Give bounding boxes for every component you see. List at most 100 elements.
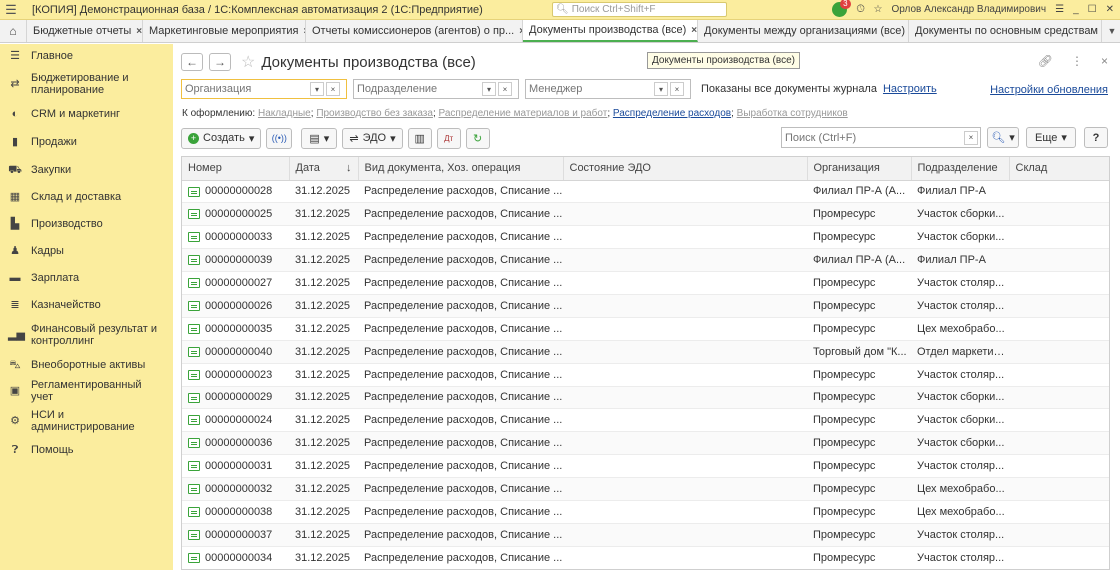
close-icon[interactable]: ✕ <box>1106 4 1114 15</box>
tab-budget-reports[interactable]: Бюджетные отчеты × <box>27 20 143 42</box>
organization-input[interactable] <box>182 80 310 98</box>
tab-intercompany-docs[interactable]: Документы между организациями (все)× <box>698 20 909 42</box>
table-row[interactable]: 00000000023 31.12.2025 Распределение расхо… <box>182 363 1109 387</box>
minimize-icon[interactable]: _ <box>1073 4 1079 15</box>
sidebar-item-salary[interactable]: ▬ Зарплата <box>0 264 173 291</box>
dropdown-icon[interactable]: ▾ <box>654 82 668 96</box>
forward-button[interactable]: → <box>209 53 231 71</box>
sidebar-item-purchases[interactable]: ⛟ Закупки <box>0 156 173 183</box>
sidebar-item-treasury[interactable]: ≣ Казначейство <box>0 291 173 318</box>
update-settings-link[interactable]: Настройки обновления <box>990 84 1108 96</box>
column-header-number[interactable]: Номер <box>182 157 290 181</box>
table-row[interactable]: 00000000027 31.12.2025 Распределение расхо… <box>182 271 1109 295</box>
tab-commission-reports[interactable]: Отчеты комиссионеров (агентов) о пр...× <box>306 20 523 42</box>
table-row[interactable]: 00000000029 31.12.2025 Распределение расхо… <box>182 386 1109 410</box>
table-row[interactable]: 00000000037 31.12.2025 Распределение расхо… <box>182 523 1109 547</box>
maximize-icon[interactable]: ☐ <box>1088 4 1097 15</box>
table-row[interactable]: 00000000032 31.12.2025 Распределение расхо… <box>182 477 1109 501</box>
sidebar-item-sales[interactable]: ▮ Продажи <box>0 128 173 156</box>
sidebar-item-warehouse[interactable]: ▦ Склад и доставка <box>0 183 173 210</box>
hamburger-icon[interactable]: ☰ <box>0 2 22 18</box>
dropdown-icon[interactable]: ▾ <box>482 82 496 96</box>
clear-icon[interactable]: × <box>498 82 512 96</box>
favorite-star-icon[interactable]: ☆ <box>241 52 255 72</box>
tabs-dropdown-icon[interactable]: ▼ <box>1104 20 1120 42</box>
link-icon[interactable]: 🔗︎ <box>1038 54 1053 68</box>
table-row[interactable]: 00000000039 31.12.2025 Распределение расхо… <box>182 248 1109 273</box>
column-header-edo[interactable]: Состояние ЭДО <box>563 157 808 181</box>
table-row[interactable]: 00000000036 31.12.2025 Распределение расхо… <box>182 431 1109 456</box>
print-button[interactable]: ▤ ▾ <box>301 127 338 149</box>
sidebar-item-finance[interactable]: ▂▅ Финансовый результат и контроллинг <box>0 318 173 352</box>
table-row[interactable]: 00000000033 31.12.2025 Распределение расхо… <box>182 225 1109 250</box>
global-search-field[interactable]: 🔍︎ Поиск Ctrl+Shift+F <box>552 2 727 17</box>
table-row[interactable]: 00000000038 31.12.2025 Распределение расхо… <box>182 500 1109 524</box>
table-row[interactable]: 00000000024 31.12.2025 Распределение расхо… <box>182 408 1109 433</box>
manager-field[interactable]: ▾ × <box>525 79 691 99</box>
table-row[interactable]: 00000000028 31.12.2025 Распределение расхо… <box>182 180 1109 204</box>
gear-icon: ⚙ <box>10 415 20 427</box>
process-link-production[interactable]: Производство без заказа <box>316 108 433 119</box>
column-header-department[interactable]: Подразделение <box>911 157 1010 181</box>
cell-date: 31.12.2025 <box>289 546 358 569</box>
sidebar-item-noncurrent-assets[interactable]: ⛍ Внеоборотные активы <box>0 352 173 378</box>
clear-icon[interactable]: × <box>326 82 340 96</box>
favorites-star-icon[interactable]: ☆ <box>874 4 883 15</box>
column-header-warehouse[interactable]: Склад <box>1009 157 1109 181</box>
more-button[interactable]: Еще ▾ <box>1026 127 1076 148</box>
column-header-type[interactable]: Вид документа, Хоз. операция <box>358 157 564 181</box>
table-row[interactable]: 00000000040 31.12.2025 Распределение расхо… <box>182 340 1109 364</box>
tab-close-icon[interactable]: × <box>691 25 697 36</box>
table-row[interactable]: 00000000034 31.12.2025 Распределение расхо… <box>182 546 1109 569</box>
sidebar-item-help[interactable]: ❓︎ Помощь <box>0 438 173 462</box>
sidebar-item-budgeting[interactable]: ⇄ Бюджетирование и планирование <box>0 68 173 100</box>
table-row[interactable]: 00000000035 31.12.2025 Распределение расхо… <box>182 317 1109 341</box>
process-link-employees[interactable]: Выработка сотрудников <box>737 108 848 119</box>
dropdown-icon[interactable]: ▾ <box>310 82 324 96</box>
sidebar-item-hr[interactable]: ♟ Кадры <box>0 237 173 264</box>
home-icon[interactable]: ⌂ <box>0 20 27 42</box>
cell-type: Распределение расходов, Списание ... <box>358 340 563 364</box>
tab-fixed-assets-docs[interactable]: Документы по основным средствам× <box>909 20 1102 42</box>
search-button[interactable]: 🔍︎ ▾ <box>987 127 1019 148</box>
manager-input[interactable] <box>526 80 654 98</box>
accounting-button[interactable]: Дт <box>436 127 461 149</box>
configure-link[interactable]: Настроить <box>883 83 937 95</box>
clear-icon[interactable]: × <box>964 130 978 145</box>
sidebar-item-crm[interactable]: ◐ CRM и маркетинг <box>0 100 173 128</box>
history-icon[interactable]: 🕓︎ <box>857 4 865 15</box>
table-row[interactable]: 00000000026 31.12.2025 Распределение расхо… <box>182 294 1109 318</box>
tab-marketing[interactable]: Маркетинговые мероприятия× <box>143 20 306 42</box>
settings-icon[interactable]: ☰ <box>1055 4 1064 15</box>
tab-production-docs[interactable]: Документы производства (все) × <box>523 20 698 42</box>
sidebar-item-regulated-accounting[interactable]: ▣ Регламентированный учет <box>0 378 173 404</box>
report-button[interactable]: ▥ <box>407 127 432 149</box>
user-name[interactable]: Орлов Александр Владимирович <box>892 4 1047 15</box>
column-header-organization[interactable]: Организация <box>807 157 912 181</box>
create-button[interactable]: + Создать ▾ <box>181 127 262 149</box>
close-icon[interactable]: × <box>1101 54 1108 68</box>
department-input[interactable] <box>354 80 482 98</box>
process-link-invoices[interactable]: Накладные <box>258 108 311 119</box>
broadcast-button[interactable]: ((•)) <box>266 127 293 149</box>
back-button[interactable]: ← <box>181 53 203 71</box>
sidebar-item-production[interactable]: ▙ Производство <box>0 210 173 237</box>
list-search-input[interactable] <box>782 131 964 144</box>
organization-field[interactable]: ▾ × <box>181 79 347 99</box>
edo-button[interactable]: ⇌ ЭДО ▾ <box>342 127 403 149</box>
notifications-icon[interactable]: 3 <box>831 0 851 18</box>
process-link-materials[interactable]: Распределение материалов и работ <box>439 108 608 119</box>
clear-icon[interactable]: × <box>670 82 684 96</box>
sidebar-item-admin[interactable]: ⚙ НСИ и администрирование <box>0 404 173 438</box>
department-field[interactable]: ▾ × <box>353 79 519 99</box>
table-row[interactable]: 00000000025 31.12.2025 Распределение расхо… <box>182 202 1109 227</box>
table-row[interactable]: 00000000031 31.12.2025 Распределение расхо… <box>182 454 1109 479</box>
list-search-field[interactable]: × <box>781 127 981 148</box>
help-button[interactable]: ? <box>1084 127 1108 148</box>
process-link-expenses[interactable]: Распределение расходов <box>613 108 731 119</box>
refresh-button[interactable]: ↻ <box>465 127 490 149</box>
more-vertical-icon[interactable]: ⋮ <box>1071 54 1083 68</box>
tab-close-icon[interactable]: × <box>136 26 142 37</box>
column-header-date[interactable]: Дата ↓ <box>289 157 359 181</box>
sidebar-item-main[interactable]: ☰ Главное <box>0 44 173 68</box>
